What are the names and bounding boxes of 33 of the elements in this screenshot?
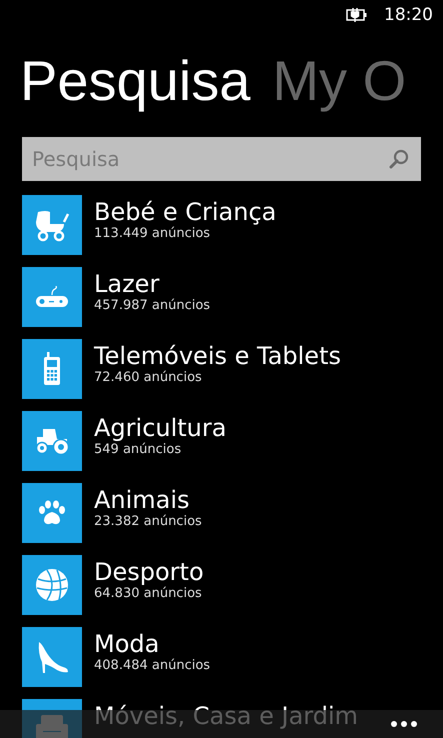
category-count: 113.449 anúncios <box>94 227 212 241</box>
ball-icon <box>35 568 69 602</box>
category-count: 408.484 anúncios <box>94 659 210 673</box>
category-name[interactable]: Bebé e Criança <box>94 197 276 227</box>
stroller-icon <box>34 208 70 242</box>
category-tile[interactable] <box>22 411 82 471</box>
category-name[interactable]: Telemóveis e Tablets <box>94 341 341 371</box>
pivot-tab[interactable]: Pesquisa <box>20 48 250 112</box>
pivot-tab[interactable]: My O <box>272 48 406 112</box>
category-name[interactable]: Animais <box>94 485 202 515</box>
clock-time: 18:20 <box>384 5 433 25</box>
category-count: 549 anúncios <box>94 443 182 457</box>
paw-icon <box>38 500 66 526</box>
search-icon <box>389 149 409 169</box>
category-tile[interactable] <box>22 339 82 399</box>
category-tile[interactable] <box>22 555 82 615</box>
category-count: 64.830 anúncios <box>94 587 203 601</box>
category-tile[interactable] <box>22 483 82 543</box>
category-tile[interactable] <box>22 627 82 687</box>
category-name[interactable]: Agricultura <box>94 413 226 443</box>
category-name[interactable]: Lazer <box>94 269 210 299</box>
category-count: 457.987 anúncios <box>94 299 210 313</box>
category-tile[interactable] <box>22 195 82 255</box>
battery-charging-icon <box>346 8 368 22</box>
category-count: 72.460 anúncios <box>94 371 203 385</box>
category-name[interactable]: Moda <box>94 629 210 659</box>
category-count: 23.382 anúncios <box>94 515 202 529</box>
category-name[interactable]: Desporto <box>94 557 204 587</box>
gamepad-icon <box>35 286 69 308</box>
more-icon <box>391 721 417 727</box>
search-field[interactable]: Pesquisa <box>22 137 421 181</box>
phone-icon <box>43 352 61 386</box>
category-tile[interactable] <box>22 267 82 327</box>
